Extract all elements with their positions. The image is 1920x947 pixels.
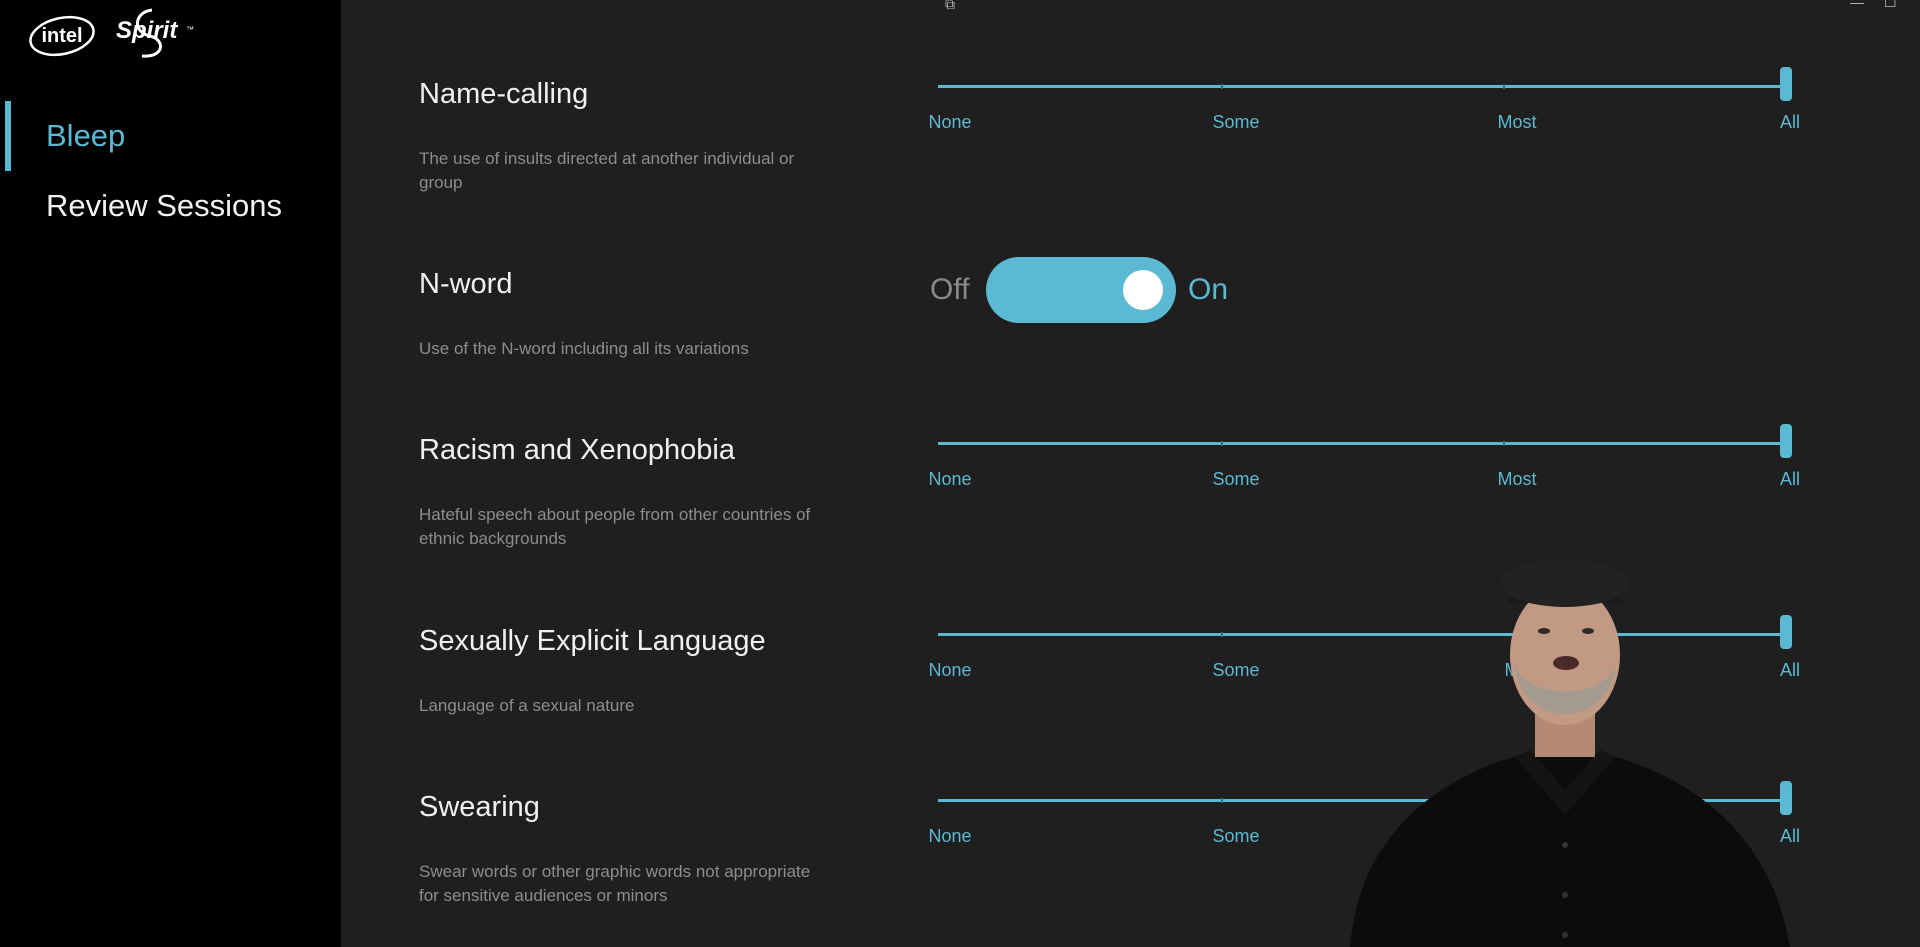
spirit-logo: Spirit ™	[116, 8, 194, 58]
presenter-video-overlay	[1350, 559, 1790, 947]
toggle-knob[interactable]	[1123, 270, 1163, 310]
level-label-none: None	[928, 469, 972, 489]
level-label-most: Most	[1497, 469, 1537, 489]
level-label-some: Some	[1212, 660, 1260, 680]
setting-title-name-calling: Name-calling	[419, 78, 589, 110]
level-label-all: All	[1779, 112, 1801, 132]
slider-thumb[interactable]	[1780, 67, 1792, 101]
toggle-on-label: On	[1188, 273, 1229, 306]
setting-title-sexually-explicit: Sexually Explicit Language	[419, 625, 766, 657]
nav-item-bleep[interactable]: Bleep	[46, 118, 125, 154]
svg-text:™: ™	[186, 25, 194, 34]
svg-text:Spirit: Spirit	[116, 17, 178, 44]
setting-title-n-word: N-word	[419, 268, 513, 300]
setting-desc-racism-xenophobia: Hateful speech about people from other c…	[419, 505, 811, 548]
slider-tick	[1503, 84, 1505, 89]
nav-item-review-sessions[interactable]: Review Sessions	[46, 188, 282, 224]
level-label-none: None	[928, 660, 972, 680]
slider-thumb[interactable]	[1780, 424, 1792, 458]
setting-desc-name-calling: The use of insults directed at another i…	[419, 149, 795, 192]
slider-tick	[1221, 798, 1223, 803]
level-label-none: None	[928, 112, 972, 132]
slider-track[interactable]	[938, 85, 1790, 88]
minimize-icon[interactable]: —	[1850, 0, 1864, 10]
slider-tick	[1221, 441, 1223, 446]
slider-tick	[1221, 84, 1223, 89]
level-label-some: Some	[1212, 826, 1260, 846]
sidebar: intel Spirit ™ Bleep Review Sessions	[0, 0, 341, 947]
bleep-app-window: intel Spirit ™ Bleep Review Sessions ⧉ —…	[0, 0, 1920, 947]
svg-text:intel: intel	[41, 25, 82, 47]
level-label-some: Some	[1212, 469, 1260, 489]
level-label-none: None	[928, 826, 972, 846]
setting-desc-swearing: Swear words or other graphic words not a…	[419, 862, 811, 905]
slider-track[interactable]	[938, 442, 1790, 445]
slider-name-calling[interactable]: None Some Most All	[928, 66, 1800, 146]
slider-tick	[1503, 441, 1505, 446]
toggle-n-word[interactable]	[986, 257, 1176, 323]
setting-title-racism-xenophobia: Racism and Xenophobia	[419, 434, 735, 466]
setting-desc-sexually-explicit: Language of a sexual nature	[419, 696, 635, 715]
setting-desc-n-word: Use of the N-word including all its vari…	[419, 339, 749, 358]
toggle-n-word-group: Off On	[930, 257, 1250, 323]
slider-racism-xenophobia[interactable]: None Some Most All	[928, 423, 1800, 503]
level-label-some: Some	[1212, 112, 1260, 132]
maximize-icon[interactable]: ☐	[1884, 0, 1897, 11]
toggle-off-label: Off	[930, 273, 970, 306]
intel-logo: intel	[29, 15, 95, 57]
active-nav-indicator	[5, 101, 11, 171]
level-label-all: All	[1779, 469, 1801, 489]
setting-title-swearing: Swearing	[419, 791, 540, 823]
slider-tick	[1221, 632, 1223, 637]
copy-icon[interactable]: ⧉	[945, 0, 955, 13]
level-label-most: Most	[1497, 112, 1537, 132]
